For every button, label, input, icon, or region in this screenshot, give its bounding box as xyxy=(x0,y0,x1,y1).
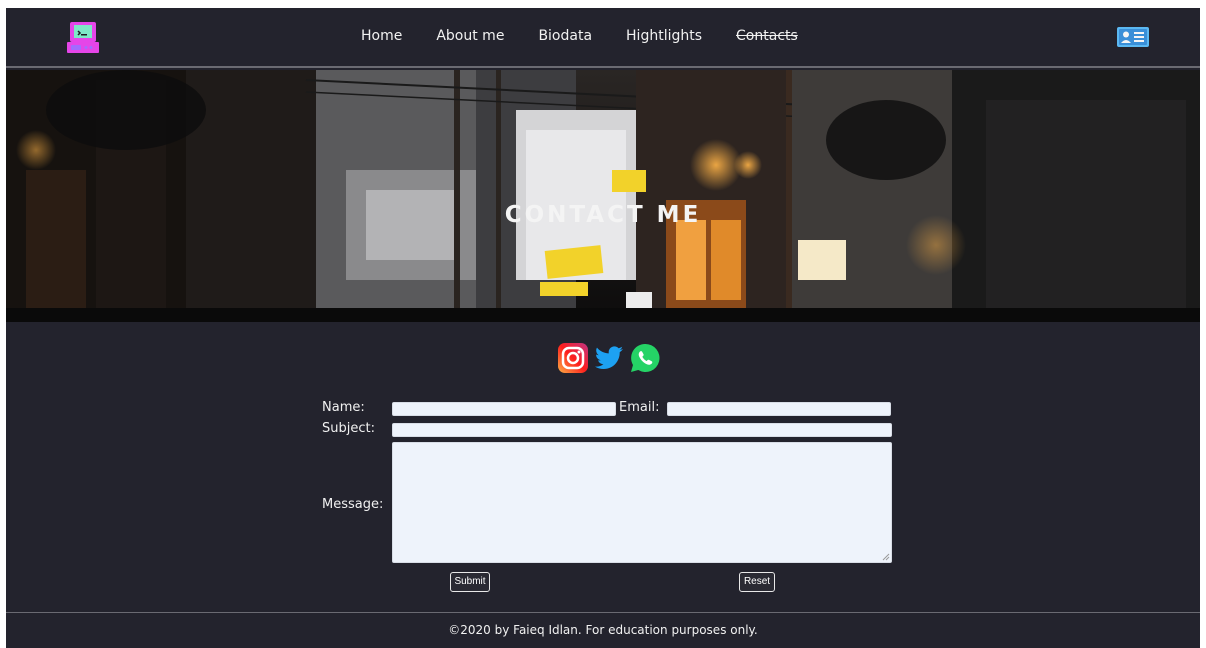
message-textarea[interactable] xyxy=(392,442,892,563)
top-navbar: Home About me Biodata Hightlights Contac… xyxy=(6,8,1200,68)
retro-computer-icon[interactable] xyxy=(64,21,102,55)
footer: ©2020 by Faieq Idlan. For education purp… xyxy=(6,612,1200,648)
resize-handle-icon[interactable] xyxy=(882,553,890,561)
email-input[interactable] xyxy=(667,402,891,416)
name-input[interactable] xyxy=(392,402,616,416)
subject-input[interactable] xyxy=(392,423,892,437)
instagram-icon[interactable] xyxy=(557,342,589,374)
nav-home-link[interactable]: Home xyxy=(361,28,402,44)
whatsapp-icon[interactable] xyxy=(629,342,661,374)
id-card-icon[interactable] xyxy=(1116,26,1150,48)
nav-contacts-link[interactable]: Contacts xyxy=(736,28,798,44)
email-label: Email: xyxy=(619,400,660,415)
social-links xyxy=(557,342,661,374)
footer-copyright: ©2020 by Faieq Idlan. For education purp… xyxy=(448,623,758,637)
hero-title: CONTACT ME xyxy=(504,202,702,228)
submit-button[interactable]: Submit xyxy=(450,572,490,592)
nav-about-link[interactable]: About me xyxy=(436,28,504,44)
main-menu: Home About me Biodata Hightlights Contac… xyxy=(361,28,798,44)
nav-biodata-link[interactable]: Biodata xyxy=(538,28,592,44)
night-street-image xyxy=(6,70,1200,322)
message-label: Message: xyxy=(322,497,384,512)
hero-banner: CONTACT ME xyxy=(6,70,1200,322)
name-label: Name: xyxy=(322,400,365,415)
twitter-icon[interactable] xyxy=(593,342,625,374)
nav-highlights-link[interactable]: Hightlights xyxy=(626,28,702,44)
reset-button[interactable]: Reset xyxy=(739,572,775,592)
subject-label: Subject: xyxy=(322,421,375,436)
page: Home About me Biodata Hightlights Contac… xyxy=(6,8,1200,648)
